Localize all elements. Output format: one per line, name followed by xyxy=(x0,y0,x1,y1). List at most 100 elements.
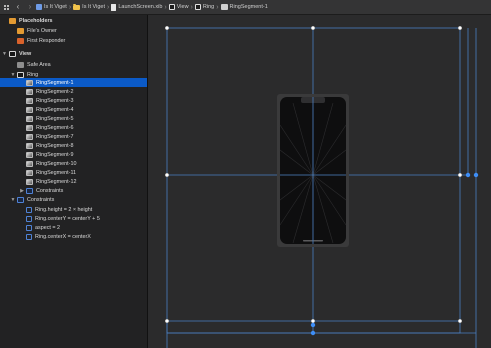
view-icon xyxy=(168,4,175,10)
breadcrumb-folder[interactable]: Is It Viget xyxy=(73,3,105,10)
outline-label: aspect = 2 xyxy=(35,224,61,231)
chevron-left-icon[interactable]: ‹ xyxy=(12,0,24,14)
breadcrumb-label: Ring xyxy=(202,4,215,10)
outline-label: RingSegment-7 xyxy=(36,133,74,140)
outline-label: First Responder xyxy=(27,37,66,44)
disclosure-down-icon[interactable]: ▼ xyxy=(9,72,17,78)
outline-ring-segment-2[interactable]: RingSegment-2 xyxy=(0,87,147,96)
outline-label: File's Owner xyxy=(27,27,57,34)
outline-ring-segment-11[interactable]: RingSegment-11 xyxy=(0,168,147,177)
outline-ring-constraints[interactable]: ▶ Constraints xyxy=(0,186,147,195)
outline-ring-segment-10[interactable]: RingSegment-10 xyxy=(0,159,147,168)
image-view-icon xyxy=(26,97,33,104)
breadcrumb-label: Is It Viget xyxy=(82,4,105,10)
outline-constraint[interactable]: Ring.height = 2 × height xyxy=(0,205,147,214)
breadcrumb-label: LaunchScreen.xib xyxy=(118,4,163,10)
disclosure-right-icon[interactable]: ▶ xyxy=(18,188,26,194)
image-view-icon xyxy=(26,79,33,86)
outline-label: RingSegment-2 xyxy=(36,88,74,95)
outline-label: RingSegment-8 xyxy=(36,142,74,149)
constraint-icon xyxy=(26,206,32,213)
document-outline: Placeholders File's Owner First Responde… xyxy=(0,15,148,348)
breadcrumb-file[interactable]: LaunchScreen.xib xyxy=(111,3,163,11)
image-view-icon xyxy=(26,133,33,140)
outline-label: RingSegment-1 xyxy=(36,79,74,86)
outline-label: RingSegment-5 xyxy=(36,115,74,122)
chevron-right-icon: › xyxy=(107,3,110,11)
outline-label: RingSegment-9 xyxy=(36,151,74,158)
chevron-right-icon: › xyxy=(68,3,72,11)
image-view-icon xyxy=(26,142,33,149)
outline-safe-area[interactable]: Safe Area xyxy=(0,60,147,69)
outline-ring-segment-12[interactable]: RingSegment-12 xyxy=(0,177,147,186)
folder-icon xyxy=(73,3,81,10)
outline-label: RingSegment-10 xyxy=(36,160,77,167)
image-view-icon xyxy=(26,115,33,122)
constraints-icon xyxy=(26,187,33,194)
interface-builder-canvas[interactable] xyxy=(148,15,491,348)
disclosure-down-icon[interactable]: ▼ xyxy=(0,51,9,57)
outline-ring-segment-8[interactable]: RingSegment-8 xyxy=(0,141,147,150)
outline-label: RingSegment-4 xyxy=(36,106,74,113)
outline-files-owner[interactable]: File's Owner xyxy=(0,26,147,35)
outline-label: Constraints xyxy=(27,196,55,203)
image-view-icon xyxy=(26,160,33,167)
outline-ring-segment-1[interactable]: RingSegment-1 xyxy=(0,78,147,87)
safe-area-icon xyxy=(17,61,24,68)
xib-file-icon xyxy=(111,3,117,11)
constraints-icon xyxy=(17,196,24,203)
outline-constraint[interactable]: Ring.centerY = centerY + 5 xyxy=(0,214,147,223)
outline-ring-segment-9[interactable]: RingSegment-9 xyxy=(0,150,147,159)
related-items-icon[interactable] xyxy=(0,0,12,14)
breadcrumb-label: RingSegment-1 xyxy=(229,4,268,10)
image-view-icon xyxy=(26,151,33,158)
outline-label: Safe Area xyxy=(27,61,51,68)
breadcrumb-label: View xyxy=(176,4,189,10)
breadcrumb-view[interactable]: View xyxy=(168,4,189,10)
image-view-icon xyxy=(26,106,33,113)
outline-label: Ring.centerX = centerX xyxy=(35,233,91,240)
outline-ring-segment-3[interactable]: RingSegment-3 xyxy=(0,96,147,105)
chevron-right-icon: › xyxy=(190,3,193,11)
breadcrumb-segment[interactable]: RingSegment-1 xyxy=(220,4,268,10)
outline-constraint[interactable]: Ring.centerX = centerX xyxy=(0,232,147,241)
device-view[interactable] xyxy=(277,94,349,247)
outline-label: View xyxy=(19,50,32,57)
first-responder-icon xyxy=(17,37,24,44)
outline-placeholders[interactable]: Placeholders xyxy=(0,16,147,25)
outline-ring-segment-4[interactable]: RingSegment-4 xyxy=(0,105,147,114)
outline-constraint[interactable]: aspect = 2 xyxy=(0,223,147,232)
image-view-icon xyxy=(26,169,33,176)
outline-view[interactable]: ▼ View xyxy=(0,49,147,58)
outline-label: Ring.centerY = centerY + 5 xyxy=(35,215,100,222)
outline-label: RingSegment-11 xyxy=(36,169,77,176)
outline-ring-segment-5[interactable]: RingSegment-5 xyxy=(0,114,147,123)
breadcrumb-app[interactable]: Is It Viget xyxy=(36,4,67,10)
canvas-overlay xyxy=(165,25,479,348)
outline-label: Placeholders xyxy=(19,17,53,24)
breadcrumb-label: Is It Viget xyxy=(44,4,67,10)
outline-ring-segment-6[interactable]: RingSegment-6 xyxy=(0,123,147,132)
outline-label: Ring xyxy=(27,71,39,78)
outline-label: Ring.height = 2 × height xyxy=(35,206,93,213)
view-icon xyxy=(17,71,24,78)
outline-label: RingSegment-3 xyxy=(36,97,74,104)
constraint-icon xyxy=(26,215,32,222)
view-icon xyxy=(9,50,16,57)
view-icon xyxy=(194,4,201,10)
chevron-right-icon: › xyxy=(164,3,167,11)
image-view-icon xyxy=(26,178,33,185)
placeholder-icon xyxy=(9,17,16,24)
chevron-right-icon[interactable]: › xyxy=(24,0,36,14)
breadcrumb-ring[interactable]: Ring xyxy=(194,4,215,10)
chevron-right-icon: › xyxy=(216,3,219,11)
constraint-icon xyxy=(26,233,32,240)
outline-first-responder[interactable]: First Responder xyxy=(0,36,147,45)
app-icon xyxy=(36,4,42,10)
cube-icon xyxy=(17,27,24,34)
outline-ring-segment-7[interactable]: RingSegment-7 xyxy=(0,132,147,141)
jump-bar: ‹ › Is It Viget › Is It Viget › LaunchSc… xyxy=(0,0,491,15)
disclosure-down-icon[interactable]: ▼ xyxy=(9,197,17,203)
outline-label: RingSegment-6 xyxy=(36,124,74,131)
outline-view-constraints[interactable]: ▼ Constraints xyxy=(0,195,147,204)
